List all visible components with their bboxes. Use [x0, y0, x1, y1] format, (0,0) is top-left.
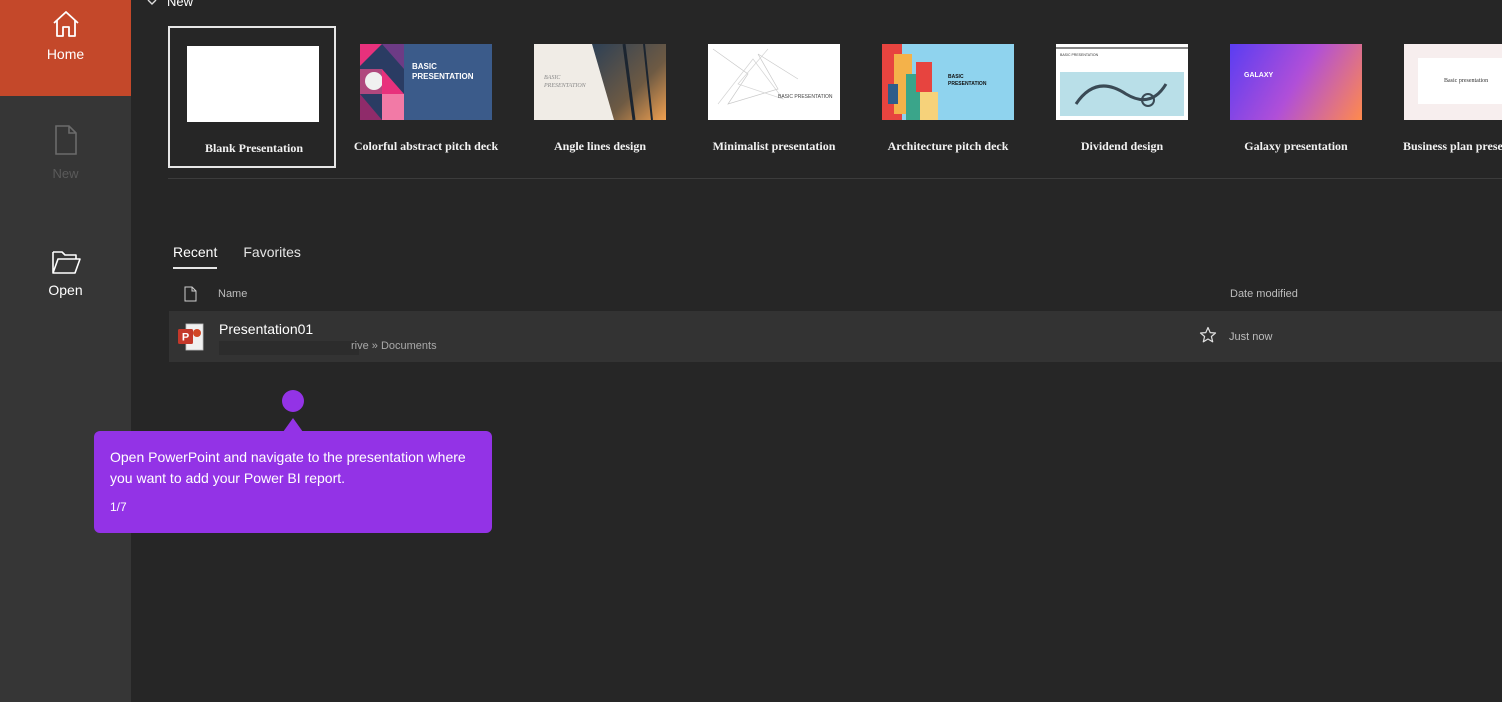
- nav-home-label: Home: [46, 46, 85, 62]
- template-thumbnail: BASIC PRESENTATION: [1056, 44, 1188, 120]
- favorite-star-icon[interactable]: [1199, 326, 1217, 344]
- template-dividend[interactable]: BASIC PRESENTATION Dividend design: [1038, 26, 1206, 168]
- date-modified-value: Just now: [1229, 331, 1273, 343]
- thumbnail-art: [360, 44, 404, 120]
- template-thumbnail: Basic presentation: [1404, 44, 1502, 120]
- template-thumbnail: BASIC PRESENTATION: [708, 44, 840, 120]
- svg-text:P: P: [182, 332, 189, 344]
- thumbnail-title: BASIC PRESENTATION: [778, 94, 833, 100]
- left-navigation: Home New Open: [0, 0, 131, 702]
- template-thumbnail: [187, 46, 319, 122]
- tab-favorites[interactable]: Favorites: [243, 244, 301, 269]
- template-architecture[interactable]: BASIC PRESENTATION Architecture pitch de…: [864, 26, 1032, 168]
- thumbnail-title: GALAXY: [1244, 72, 1274, 79]
- thumbnail-title: BASIC PRESENTATION: [412, 62, 474, 81]
- tooltip-arrow: [283, 418, 303, 432]
- tab-recent[interactable]: Recent: [173, 244, 218, 269]
- new-section-header[interactable]: New: [147, 0, 193, 9]
- section-divider: [168, 178, 1502, 179]
- column-header-date[interactable]: Date modified: [1230, 288, 1298, 300]
- file-path: rive » Documents: [351, 340, 437, 352]
- guide-tooltip: Open PowerPoint and navigate to the pres…: [94, 431, 492, 533]
- new-section-title: New: [167, 0, 194, 9]
- nav-open-label: Open: [48, 282, 83, 298]
- template-colorful-abstract[interactable]: BASIC PRESENTATION Colorful abstract pit…: [342, 26, 510, 168]
- column-header-name[interactable]: Name: [218, 288, 247, 300]
- thumbnail-title: BASIC PRESENTATION: [948, 74, 987, 87]
- table-row[interactable]: P Presentation01 rive » Documents Just n…: [169, 311, 1502, 362]
- nav-home[interactable]: Home: [0, 0, 131, 96]
- template-thumbnail: BASIC PRESENTATION: [534, 44, 666, 120]
- template-thumbnail: BASIC PRESENTATION: [882, 44, 1014, 120]
- template-business-plan[interactable]: Basic presentation Business plan prese: [1386, 26, 1502, 168]
- open-folder-icon: [51, 251, 81, 274]
- thumbnail-title: BASIC PRESENTATION: [1060, 53, 1099, 57]
- tooltip-text: Open PowerPoint and navigate to the pres…: [110, 449, 466, 486]
- template-label: Dividend design: [1080, 139, 1164, 153]
- template-label: Colorful abstract pitch deck: [353, 139, 499, 153]
- template-label: Angle lines design: [553, 139, 646, 153]
- new-file-icon: [54, 125, 77, 155]
- home-icon: [52, 11, 79, 37]
- template-label: Galaxy presentation: [1244, 139, 1348, 153]
- file-tabs: Recent Favorites: [173, 244, 301, 269]
- template-label: Architecture pitch deck: [887, 139, 1009, 153]
- template-label: Blank Presentation: [204, 141, 304, 155]
- main-area: New Blank Presentation BASIC PRESENTATIO…: [131, 0, 1502, 702]
- template-label: Business plan prese: [1403, 139, 1502, 153]
- template-blank-presentation[interactable]: Blank Presentation: [168, 26, 336, 168]
- chevron-down-icon: [147, 0, 157, 5]
- template-thumbnail: BASIC PRESENTATION: [360, 44, 492, 120]
- nav-open[interactable]: Open: [0, 248, 131, 298]
- guide-hotspot-dot[interactable]: [282, 390, 304, 412]
- nav-new-label: New: [52, 166, 79, 181]
- file-type-icon: [184, 286, 197, 302]
- file-name: Presentation01: [219, 321, 314, 337]
- template-label: Minimalist presentation: [712, 139, 836, 153]
- redacted-path: [219, 341, 359, 355]
- template-minimalist[interactable]: BASIC PRESENTATION Minimalist presentati…: [690, 26, 858, 168]
- thumbnail-title: BASIC PRESENTATION: [544, 75, 586, 89]
- thumbnail-title: Basic presentation: [1444, 78, 1489, 84]
- template-angle-lines[interactable]: BASIC PRESENTATION Angle lines design: [516, 26, 684, 168]
- template-galaxy[interactable]: GALAXY Galaxy presentation: [1212, 26, 1380, 168]
- thumbnail-art: [712, 48, 799, 105]
- powerpoint-file-icon: P: [178, 323, 204, 351]
- nav-new[interactable]: New: [0, 124, 131, 181]
- tooltip-step-counter: 1/7: [110, 500, 127, 514]
- template-thumbnail: GALAXY: [1230, 44, 1362, 120]
